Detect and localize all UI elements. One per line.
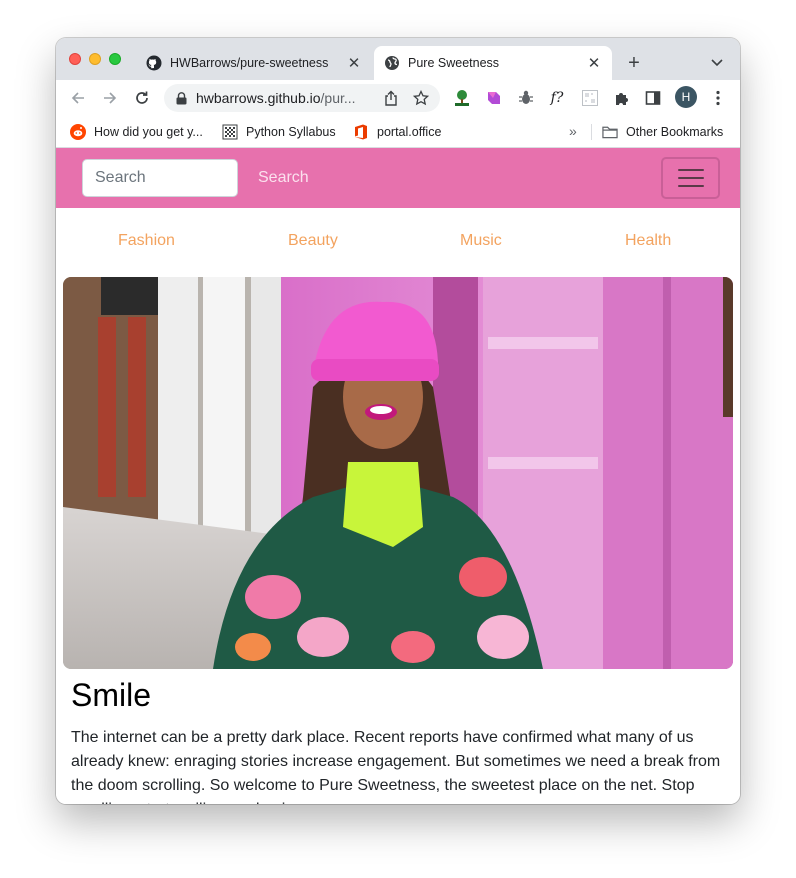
folder-icon bbox=[602, 124, 618, 140]
bookmark-label: Other Bookmarks bbox=[626, 125, 724, 139]
menu-kebab-icon[interactable] bbox=[708, 88, 728, 108]
url-text: hwbarrows.github.io/pur... bbox=[196, 90, 356, 106]
site-navbar: Search bbox=[56, 148, 740, 208]
category-link-fashion[interactable]: Fashion bbox=[118, 232, 175, 250]
share-icon[interactable] bbox=[382, 89, 400, 107]
back-icon[interactable] bbox=[66, 86, 90, 110]
address-bar[interactable]: hwbarrows.github.io/pur... bbox=[164, 84, 440, 112]
category-nav: Fashion Beauty Music Health bbox=[56, 208, 740, 274]
tab-search-chevron-icon[interactable] bbox=[706, 52, 728, 74]
other-bookmarks-folder[interactable]: Other Bookmarks bbox=[602, 123, 723, 141]
browser-toolbar: hwbarrows.github.io/pur... f? H bbox=[56, 80, 740, 116]
reddit-icon bbox=[70, 124, 86, 140]
tab-strip: HWBarrows/pure-sweetness ✕ Pure Sweetnes… bbox=[56, 38, 740, 80]
close-window-button[interactable] bbox=[69, 53, 81, 65]
github-icon bbox=[146, 55, 162, 71]
new-tab-button[interactable]: + bbox=[622, 51, 646, 75]
bookmark-item[interactable]: portal.office bbox=[353, 123, 441, 141]
tab-title: Pure Sweetness bbox=[408, 56, 500, 70]
article-body: The internet can be a pretty dark place.… bbox=[71, 729, 721, 804]
bookmark-item[interactable]: How did you get y... bbox=[70, 123, 203, 141]
category-link-health[interactable]: Health bbox=[625, 232, 671, 250]
bookmarks-overflow-button[interactable]: » bbox=[569, 123, 577, 139]
close-tab-icon[interactable]: ✕ bbox=[584, 53, 604, 73]
tab-title: HWBarrows/pure-sweetness bbox=[170, 56, 329, 70]
lock-icon[interactable] bbox=[174, 91, 188, 105]
tab-pure-sweetness[interactable]: Pure Sweetness ✕ bbox=[374, 46, 612, 80]
minimize-window-button[interactable] bbox=[89, 53, 101, 65]
search-button[interactable]: Search bbox=[252, 159, 315, 197]
tree-extension-icon[interactable] bbox=[452, 88, 472, 108]
close-tab-icon[interactable]: ✕ bbox=[344, 53, 364, 73]
bookmarks-divider bbox=[591, 124, 592, 140]
color-extension-icon[interactable] bbox=[484, 88, 504, 108]
sidebar-icon[interactable] bbox=[643, 88, 663, 108]
bookmark-label: Python Syllabus bbox=[246, 125, 336, 139]
article-headline: Smile bbox=[71, 677, 152, 713]
fx-extension-icon[interactable]: f? bbox=[547, 88, 567, 108]
bookmarks-bar: How did you get y... Python Syllabus por… bbox=[56, 116, 740, 148]
category-link-beauty[interactable]: Beauty bbox=[288, 232, 338, 250]
office-icon bbox=[353, 124, 369, 140]
category-link-music[interactable]: Music bbox=[460, 232, 502, 250]
navbar-toggler-button[interactable] bbox=[661, 157, 720, 199]
qr-extension-icon[interactable] bbox=[580, 88, 600, 108]
forward-icon[interactable] bbox=[98, 86, 122, 110]
browser-window: HWBarrows/pure-sweetness ✕ Pure Sweetnes… bbox=[56, 38, 740, 804]
puzzle-icon[interactable] bbox=[612, 88, 632, 108]
bookmark-label: portal.office bbox=[377, 125, 442, 139]
hero-image bbox=[63, 277, 733, 669]
bug-extension-icon[interactable] bbox=[516, 88, 536, 108]
syllabus-icon bbox=[222, 124, 238, 140]
tab-github[interactable]: HWBarrows/pure-sweetness ✕ bbox=[136, 46, 372, 80]
hamburger-icon bbox=[677, 169, 704, 187]
reload-icon[interactable] bbox=[130, 86, 154, 110]
bookmark-item[interactable]: Python Syllabus bbox=[222, 123, 336, 141]
web-page: Search Fashion Beauty Music Health bbox=[56, 148, 740, 804]
search-input[interactable] bbox=[82, 159, 238, 197]
bookmark-star-icon[interactable] bbox=[412, 89, 430, 107]
profile-avatar[interactable]: H bbox=[675, 86, 697, 108]
bookmark-label: How did you get y... bbox=[94, 125, 203, 139]
maximize-window-button[interactable] bbox=[109, 53, 121, 65]
globe-icon bbox=[384, 55, 400, 71]
